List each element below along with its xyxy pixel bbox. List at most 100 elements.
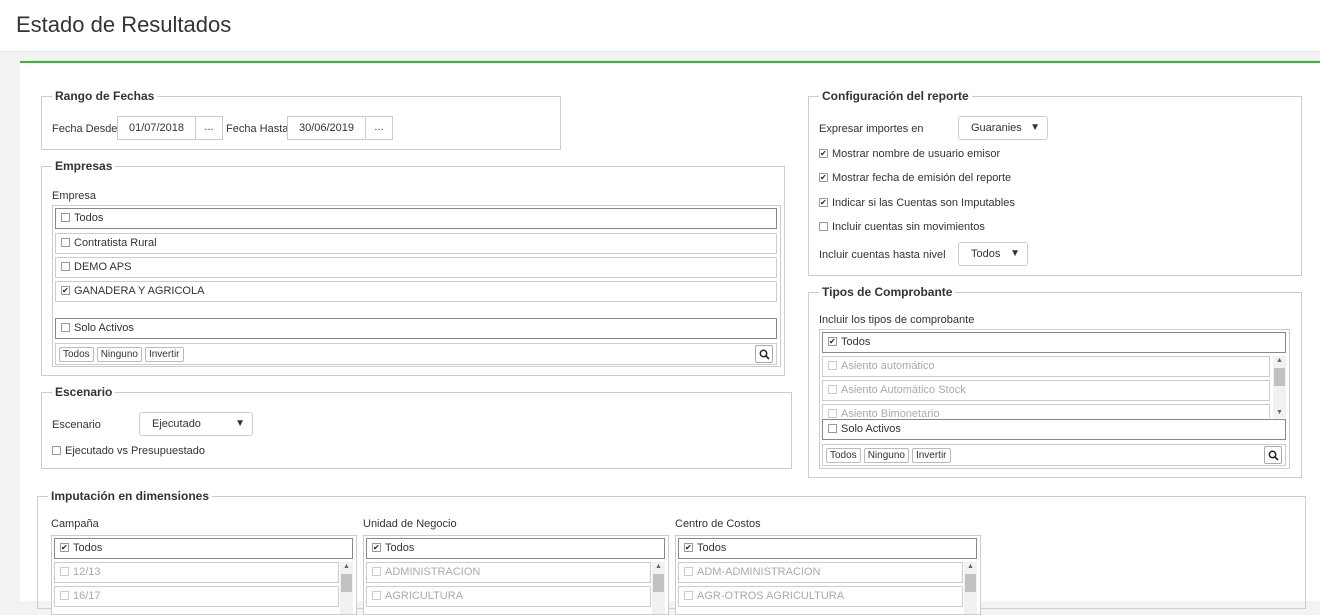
list-item[interactable]: Contratista Rural	[55, 233, 777, 254]
unidad-todos-checkbox[interactable]	[372, 542, 381, 552]
empresa-list: Todos Contratista Rural DEMO APS GANADER…	[52, 205, 781, 367]
tipos-todos-label: Todos	[841, 336, 871, 348]
empresa-todos-label: Todos	[74, 212, 104, 224]
list-item[interactable]: ADM-ADMINISTRACION	[678, 562, 963, 583]
tipos-solo-activos-item[interactable]: Solo Activos	[822, 419, 1286, 440]
incluir-sin-movimientos-option[interactable]: Incluir cuentas sin movimientos	[819, 221, 985, 233]
ejecutado-vs-presupuestado-checkbox[interactable]	[52, 445, 61, 455]
expresar-importes-label: Expresar importes en	[819, 123, 924, 135]
escenario-section: Escenario Escenario Ejecutado ▼ Ejecutad…	[41, 385, 792, 469]
escenario-label: Escenario	[52, 419, 101, 431]
list-item[interactable]: GANADERA Y AGRICOLA	[55, 281, 777, 302]
empresa-label: Empresa	[52, 190, 97, 202]
unidad-checkbox[interactable]	[372, 590, 381, 600]
campana-todos-checkbox[interactable]	[60, 542, 69, 552]
tipos-solo-activos-checkbox[interactable]	[828, 423, 837, 433]
empresa-checkbox[interactable]	[61, 237, 70, 247]
list-item[interactable]: AGRICULTURA	[366, 586, 651, 607]
mostrar-fecha-option[interactable]: Mostrar fecha de emisión del reporte	[819, 172, 1011, 184]
expresar-importes-value: Guaranies	[971, 122, 1022, 134]
mostrar-fecha-checkbox[interactable]	[819, 172, 828, 182]
incluir-sin-movimientos-checkbox[interactable]	[819, 221, 828, 231]
list-item[interactable]: 16/17	[54, 586, 339, 607]
chevron-down-icon: ▼	[235, 418, 245, 429]
fecha-hasta-picker-button[interactable]: ...	[365, 116, 393, 140]
page-title: Estado de Resultados	[16, 12, 232, 37]
rango-fechas-legend: Rango de Fechas	[55, 89, 155, 103]
campana-checkbox[interactable]	[60, 566, 69, 576]
scroll-up-icon[interactable]: ▲	[340, 562, 353, 572]
list-item[interactable]: Asiento Bimonetario	[822, 404, 1270, 418]
empresa-todos-button[interactable]: Todos	[59, 347, 94, 362]
escenario-select[interactable]: Ejecutado ▼	[139, 412, 253, 436]
campana-scrollbar[interactable]: ▲	[340, 562, 353, 614]
centro-checkbox[interactable]	[684, 590, 693, 600]
fecha-hasta-input[interactable]: 30/06/2019	[287, 116, 366, 140]
tipos-search-button[interactable]	[1264, 446, 1282, 464]
empresa-todos-item[interactable]: Todos	[55, 208, 777, 229]
search-icon	[759, 349, 770, 360]
scroll-thumb[interactable]	[341, 574, 352, 592]
empresa-search-button[interactable]	[755, 345, 773, 363]
indicar-imputables-option[interactable]: Indicar si las Cuentas son Imputables	[819, 197, 1015, 209]
empresa-invertir-button[interactable]: Invertir	[144, 347, 184, 362]
list-item[interactable]: Asiento Automático Stock	[822, 380, 1270, 401]
scroll-up-icon[interactable]: ▲	[1273, 356, 1286, 366]
unidad-scrollbar[interactable]: ▲	[652, 562, 665, 614]
incluir-sin-movimientos-label: Incluir cuentas sin movimientos	[832, 221, 985, 233]
scroll-thumb[interactable]	[1274, 368, 1285, 386]
report-form: Rango de Fechas Fecha Desde 01/07/2018 .…	[20, 61, 1320, 615]
centro-todos-item[interactable]: Todos	[678, 538, 977, 559]
empresa-solo-activos-item[interactable]: Solo Activos	[55, 318, 777, 339]
centro-checkbox[interactable]	[684, 566, 693, 576]
indicar-imputables-checkbox[interactable]	[819, 197, 828, 207]
campana-item-label: 16/17	[73, 590, 101, 602]
tipos-todos-item[interactable]: Todos	[822, 332, 1286, 353]
unidad-negocio-list: Todos ADMINISTRACION AGRICULTURA ▲	[363, 535, 669, 615]
empresa-solo-activos-checkbox[interactable]	[61, 322, 70, 332]
escenario-select-value: Ejecutado	[152, 418, 201, 430]
scroll-up-icon[interactable]: ▲	[964, 562, 977, 572]
scroll-up-icon[interactable]: ▲	[652, 562, 665, 572]
scroll-thumb[interactable]	[653, 574, 664, 592]
ejecutado-vs-presupuestado-option[interactable]: Ejecutado vs Presupuestado	[52, 445, 205, 457]
scroll-thumb[interactable]	[965, 574, 976, 592]
tipos-scrollbar[interactable]: ▲ ▼	[1273, 356, 1286, 418]
list-item[interactable]: AGR-OTROS AGRICULTURA	[678, 586, 963, 607]
list-item[interactable]: ADMINISTRACION	[366, 562, 651, 583]
unidad-todos-label: Todos	[385, 542, 415, 554]
tipo-checkbox[interactable]	[828, 408, 837, 418]
empresa-ninguno-button[interactable]: Ninguno	[96, 347, 142, 362]
campana-scroll-area: 12/13 16/17 ▲	[54, 562, 353, 614]
list-item[interactable]: 12/13	[54, 562, 339, 583]
empresa-todos-checkbox[interactable]	[61, 212, 70, 222]
mostrar-usuario-label: Mostrar nombre de usuario emisor	[832, 148, 1001, 160]
empresa-actions: Todos Ninguno Invertir	[55, 343, 777, 365]
campana-checkbox[interactable]	[60, 590, 69, 600]
expresar-importes-select[interactable]: Guaranies ▼	[958, 116, 1048, 140]
tipos-todos-button[interactable]: Todos	[826, 448, 861, 463]
empresas-section: Empresas Empresa Todos Contratista Rural…	[41, 159, 785, 376]
centro-todos-checkbox[interactable]	[684, 542, 693, 552]
unidad-checkbox[interactable]	[372, 566, 381, 576]
list-item[interactable]: Asiento automático	[822, 356, 1270, 377]
campana-item-label: 12/13	[73, 566, 101, 578]
fecha-desde-input[interactable]: 01/07/2018	[117, 116, 196, 140]
tipo-checkbox[interactable]	[828, 360, 837, 370]
unidad-todos-item[interactable]: Todos	[366, 538, 665, 559]
mostrar-usuario-option[interactable]: Mostrar nombre de usuario emisor	[819, 148, 1000, 160]
empresa-checkbox[interactable]	[61, 285, 70, 295]
list-item[interactable]: DEMO APS	[55, 257, 777, 278]
mostrar-usuario-checkbox[interactable]	[819, 148, 828, 158]
tipo-item-label: Asiento Automático Stock	[841, 384, 966, 396]
fecha-desde-picker-button[interactable]: ...	[195, 116, 223, 140]
centro-scrollbar[interactable]: ▲	[964, 562, 977, 614]
tipos-todos-checkbox[interactable]	[828, 336, 837, 346]
tipo-checkbox[interactable]	[828, 384, 837, 394]
tipos-ninguno-button[interactable]: Ninguno	[863, 448, 909, 463]
scroll-down-icon[interactable]: ▼	[1273, 408, 1286, 418]
empresa-checkbox[interactable]	[61, 261, 70, 271]
campana-todos-item[interactable]: Todos	[54, 538, 353, 559]
nivel-select[interactable]: Todos ▼	[958, 242, 1028, 266]
tipos-invertir-button[interactable]: Invertir	[911, 448, 951, 463]
